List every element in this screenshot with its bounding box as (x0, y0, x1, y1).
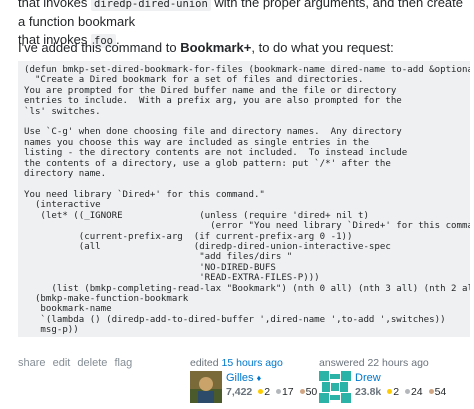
post-actions: share edit delete flag (18, 357, 136, 369)
silver-badge-icon (275, 389, 281, 394)
sentence-post: , to do what you request: (251, 40, 394, 55)
editor-silver-count: 17 (281, 386, 294, 398)
editor-name[interactable]: Gilles ♦ (226, 372, 261, 384)
silver-badge-icon (404, 389, 410, 394)
share-link[interactable]: share (18, 357, 46, 369)
bronze-badge-icon (428, 389, 434, 394)
moderator-diamond-icon: ♦ (256, 373, 262, 383)
editor-name-text[interactable]: Gilles (226, 372, 254, 384)
editor-card: edited 15 hours ago Gilles ♦ 7,422 2 17 … (190, 357, 317, 407)
editor-bronze-count: 50 (305, 386, 318, 398)
bookmark-sentence: I've added this command to Bookmark+, to… (18, 40, 394, 55)
edit-link[interactable]: edit (53, 357, 71, 369)
edited-timestamp: edited 15 hours ago (190, 357, 310, 369)
answerer-card: answered 22 hours ago Drew 23.8k 2 24 54 (319, 357, 469, 407)
editor-rep-score: 7,422 (226, 386, 253, 398)
edited-time-link[interactable]: 15 hours ago (222, 357, 283, 369)
answerer-bronze-count: 54 (434, 386, 447, 398)
answerer-gold-count: 2 (393, 386, 400, 398)
code-block[interactable]: (defun bmkp-set-dired-bookmark-for-files… (18, 61, 470, 337)
answered-timestamp: answered 22 hours ago (319, 357, 429, 369)
bronze-badge-icon (299, 389, 305, 394)
edited-label: edited (190, 357, 222, 369)
sentence-pre: I've added this command to (18, 40, 181, 55)
editor-gold-count: 2 (264, 386, 271, 398)
delete-link[interactable]: delete (77, 357, 107, 369)
answerer-reputation: 23.8k 2 24 54 (355, 386, 446, 398)
answerer-avatar[interactable] (319, 371, 351, 403)
sentence-bold: Bookmark+ (180, 40, 252, 55)
inline-code-diredp-dired-union: diredp-dired-union (91, 0, 211, 11)
editor-avatar[interactable] (190, 371, 222, 403)
answerer-name[interactable]: Drew (355, 372, 381, 384)
gold-badge-icon (258, 389, 264, 394)
answerer-silver-count: 24 (410, 386, 423, 398)
code-text: (defun bmkp-set-dired-bookmark-for-files… (24, 65, 470, 336)
answerer-rep-score: 23.8k (355, 386, 382, 398)
gold-badge-icon (387, 389, 393, 394)
flag-link[interactable]: flag (114, 357, 132, 369)
editor-reputation: 7,422 2 17 50 (226, 386, 317, 398)
intro-line1-pre: that invokes (18, 0, 91, 10)
